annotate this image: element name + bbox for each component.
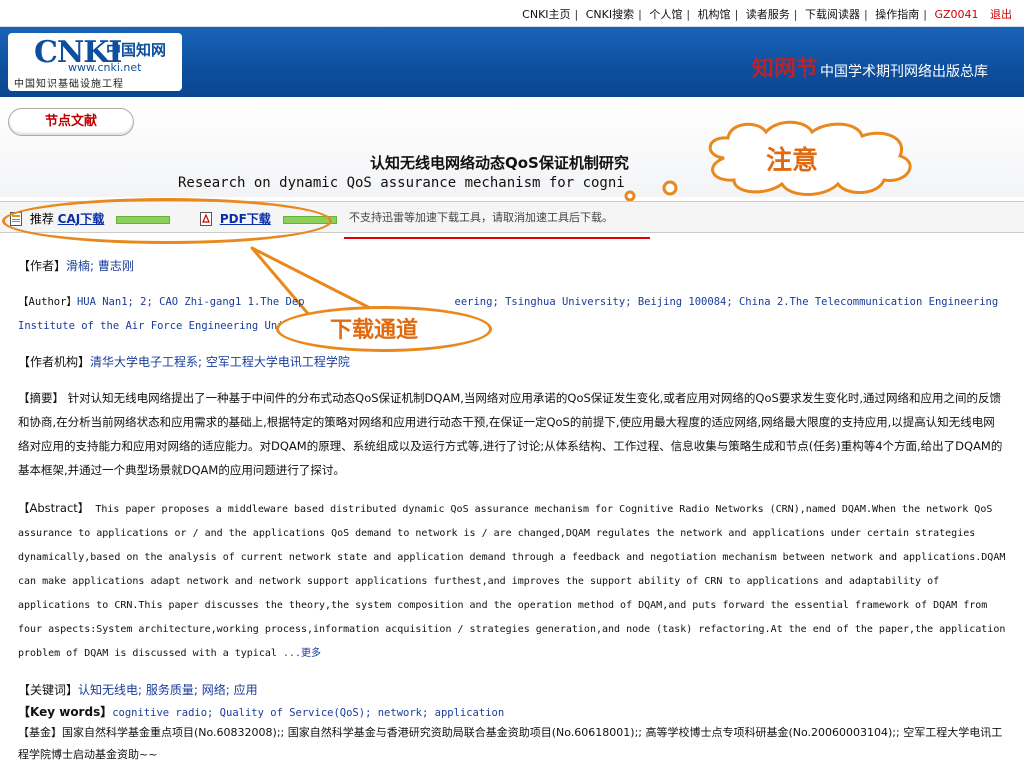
top-nav-bar: CNKI主页 | CNKI搜索 | 个人馆 | 机构馆 | 读者服务 | 下载阅读器 | 操… <box>0 0 1024 27</box>
attention-label: 注意 <box>766 146 819 176</box>
database-title: 中国学术期刊网络出版总库 <box>820 64 988 80</box>
abstract-cn: 【摘要】 针对认知无线电网络提出了一种基于中间件的分布式动态QoS保证机制DQA… <box>18 386 1006 482</box>
logo-subtitle: 中国知识基础设施工程 <box>14 79 124 90</box>
fund-row: 【基金】国家自然科学基金重点项目(No.60832008);; 国家自然科学基金… <box>18 722 1008 766</box>
abstract-en-text: This paper proposes a middleware based d… <box>18 504 1006 659</box>
abstract-label: 【摘要】 <box>18 391 64 405</box>
authors[interactable]: 滑楠; 曹志刚 <box>66 259 134 273</box>
keywords-row: 【关键词】认知无线电; 服务质量; 网络; 应用 <box>18 678 1008 702</box>
author-en-line2: Institute of the Air Force Engineering U… <box>18 320 290 332</box>
keywords-label: 【关键词】 <box>18 683 79 697</box>
fund-label: 【基金】 <box>18 726 62 739</box>
author-en-part1: HUA Nan1; 2; CAO Zhi-gang1 1.The Dep <box>76 296 305 308</box>
nav-reader-service[interactable]: 读者服务 <box>746 8 790 21</box>
user-id: GZ0041 <box>934 8 979 21</box>
author-label: 【作者】 <box>18 259 67 273</box>
nav-cnki-search[interactable]: CNKI搜索 <box>586 8 634 21</box>
keywords-en[interactable]: cognitive radio; Quality of Service(QoS)… <box>112 707 504 719</box>
more-link[interactable]: ...更多 <box>283 648 321 659</box>
keywords[interactable]: 认知无线电; 服务质量; 网络; 应用 <box>78 683 258 697</box>
author-en-label: 【Author】 <box>18 296 77 308</box>
cnki-logo[interactable]: CNKI 中国知网 www.cnki.net 中国知识基础设施工程 <box>8 33 182 91</box>
tab-node-document[interactable]: 节点文献 <box>8 108 134 136</box>
top-links: CNKI主页 | CNKI搜索 | 个人馆 | 机构馆 | 读者服务 | 下载阅读器 | 操… <box>522 8 1012 21</box>
download-notice: 不支持迅雷等加速下载工具，请取消加速工具后下载。 <box>349 211 613 224</box>
download-channel-label: 下载通道 <box>330 318 419 343</box>
abstract-en: 【Abstract】 This paper proposes a middlew… <box>18 496 1008 666</box>
fund: 国家自然科学基金重点项目(No.60832008);; 国家自然科学基金与香港研… <box>18 726 1003 761</box>
abstract-en-label: 【Abstract】 <box>18 501 90 515</box>
org-label: 【作者机构】 <box>18 355 91 369</box>
site-header: CNKI 中国知网 www.cnki.net 中国知识基础设施工程 知网节 中国… <box>0 27 1024 97</box>
notice-underline <box>344 237 650 239</box>
article-title-en: Research on dynamic QoS assurance mechan… <box>178 175 625 191</box>
author-en-part2: eering; Tsinghua University; Beijing 100… <box>454 296 999 308</box>
article-title-cn: 认知无线电网络动态QoS保证机制研究 <box>370 154 629 172</box>
org-row: 【作者机构】清华大学电子工程系; 空军工程大学电讯工程学院 <box>18 350 1008 374</box>
nav-institution[interactable]: 机构馆 <box>698 8 731 21</box>
logo-url: www.cnki.net <box>68 61 142 74</box>
logo-cn: 中国知网 <box>106 41 167 59</box>
nav-cnki-home[interactable]: CNKI主页 <box>522 8 570 21</box>
logout-link[interactable]: 退出 <box>990 8 1012 21</box>
keywords-en-label: 【Key words】 <box>18 705 113 719</box>
authors-row: 【作者】滑楠; 曹志刚 <box>18 254 1008 278</box>
zhiwangjie-logo: 知网节 <box>752 57 819 82</box>
nav-download-reader[interactable]: 下载阅读器 <box>805 8 860 21</box>
author-en-row: 【Author】HUA Nan1; 2; CAO Zhi-gang1 1.The… <box>18 290 1008 338</box>
nav-personal[interactable]: 个人馆 <box>649 8 682 21</box>
download-highlight-oval <box>2 198 332 244</box>
abstract-text: 针对认知无线电网络提出了一种基于中间件的分布式动态QoS保证机制DQAM,当网络… <box>18 391 1003 477</box>
nav-guide[interactable]: 操作指南 <box>875 8 919 21</box>
org[interactable]: 清华大学电子工程系; 空军工程大学电讯工程学院 <box>90 355 350 369</box>
